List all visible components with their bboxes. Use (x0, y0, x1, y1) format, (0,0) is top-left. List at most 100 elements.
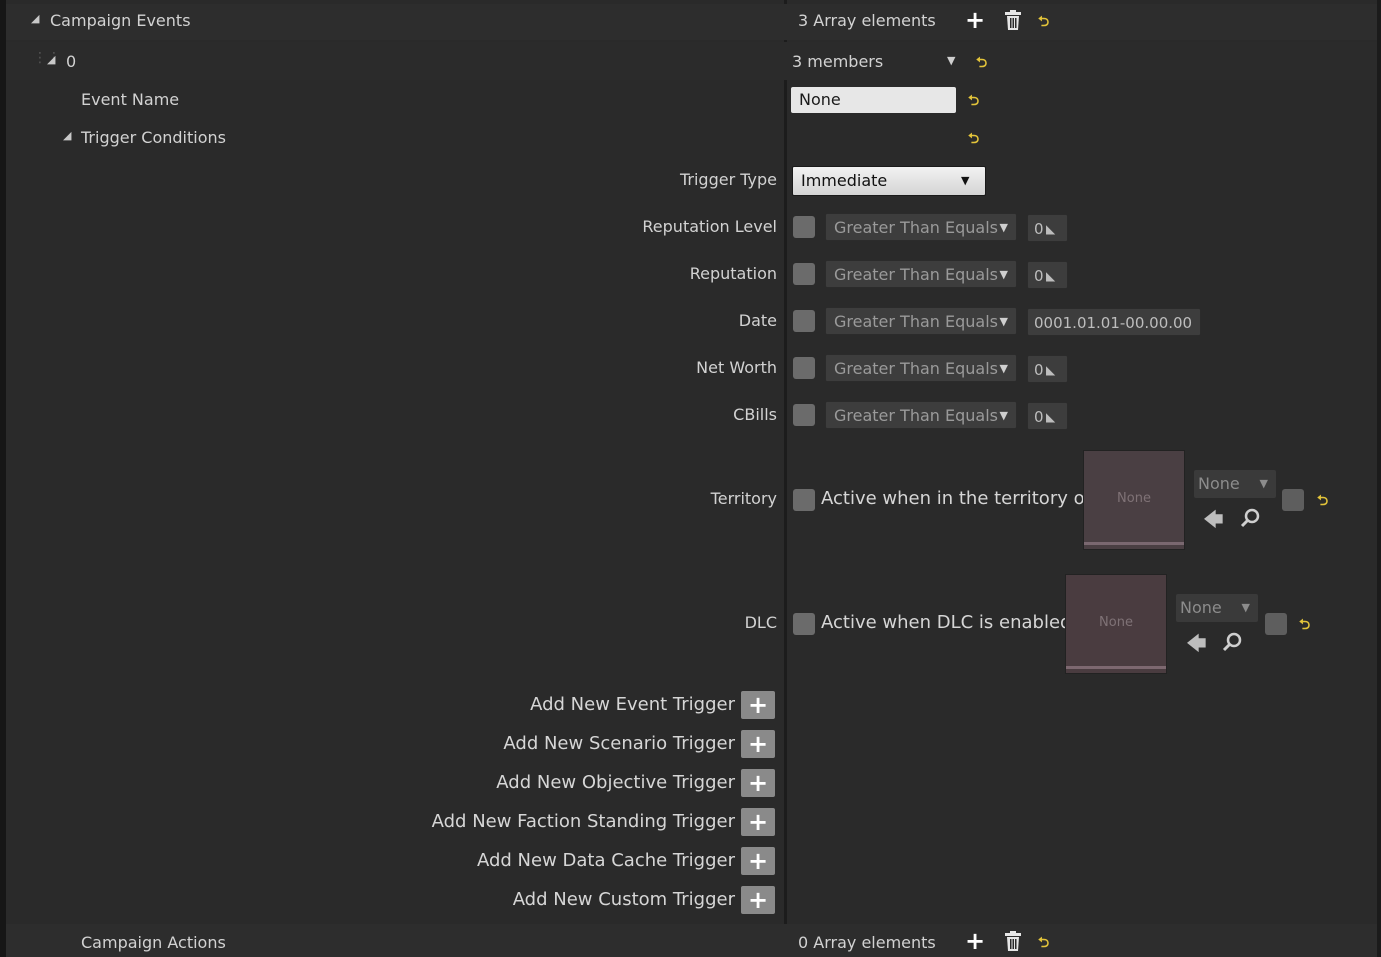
add-custom-trigger-button[interactable]: + (741, 886, 775, 914)
trigger-type-value: Immediate (801, 171, 888, 190)
campaign-events-count: 3 Array elements (798, 11, 936, 30)
reset-arrow-icon[interactable]: ⮌ (1038, 11, 1049, 35)
campaign-events-row (6, 4, 1377, 40)
add-event-trigger-button[interactable]: + (741, 691, 775, 719)
value-spinbox[interactable]: 0 ◣ (1027, 261, 1068, 289)
operator-dropdown[interactable]: Greater Than Equals ▼ (825, 213, 1017, 241)
operator-dropdown[interactable]: Greater Than Equals ▼ (825, 401, 1017, 429)
trigger-type-label: Trigger Type (679, 170, 777, 189)
add-scenario-trigger-button[interactable]: + (741, 730, 775, 758)
condition-label-reputation-level: Reputation Level (642, 217, 777, 236)
dlc-asset-dropdown[interactable]: None ▼ (1176, 594, 1258, 622)
dlc-checkbox[interactable] (793, 613, 815, 635)
event-name-input[interactable]: None (791, 87, 956, 113)
dlc-extra-checkbox[interactable] (1265, 613, 1287, 635)
thumbnail-text: None (1117, 491, 1151, 506)
condition-checkbox[interactable] (793, 216, 815, 238)
search-icon[interactable] (1222, 631, 1244, 657)
condition-checkbox[interactable] (793, 357, 815, 379)
add-custom-trigger-label: Add New Custom Trigger (512, 889, 735, 910)
thumbnail-bar (1084, 542, 1184, 545)
search-icon[interactable] (1240, 507, 1262, 533)
reset-arrow-icon[interactable]: ⮌ (1317, 490, 1328, 514)
event-name-label: Event Name (81, 90, 180, 109)
trash-icon[interactable] (1004, 931, 1022, 955)
reset-arrow-icon[interactable]: ⮌ (1299, 614, 1310, 638)
condition-checkbox[interactable] (793, 310, 815, 332)
dlc-label: DLC (744, 613, 777, 632)
use-selected-arrow-icon[interactable]: 🡄 (1186, 629, 1207, 663)
add-data-cache-trigger-label: Add New Data Cache Trigger (476, 850, 735, 871)
condition-label-cbills: CBills (733, 405, 777, 424)
campaign-actions-count: 0 Array elements (798, 933, 936, 952)
operator-dropdown[interactable]: Greater Than Equals ▼ (825, 307, 1017, 335)
element-index: 0 (66, 52, 77, 71)
add-event-trigger-label: Add New Event Trigger (530, 694, 735, 715)
territory-asset-thumbnail[interactable]: None (1083, 450, 1185, 550)
condition-label-reputation: Reputation (689, 264, 777, 283)
drag-value-icon: ◣ (1046, 222, 1056, 236)
reset-arrow-icon[interactable]: ⮌ (968, 90, 979, 114)
dlc-asset-thumbnail[interactable]: None (1065, 574, 1167, 674)
chevron-down-icon: ▼ (999, 315, 1008, 328)
reset-arrow-icon[interactable]: ⮌ (968, 128, 979, 152)
drag-value-icon: ◣ (1046, 410, 1056, 424)
use-selected-arrow-icon[interactable]: 🡄 (1203, 505, 1224, 539)
reset-arrow-icon[interactable]: ⮌ (976, 52, 987, 76)
chevron-down-icon: ▼ (999, 221, 1008, 234)
operator-value: Greater Than Equals (834, 312, 998, 331)
value-text: 0 (1034, 220, 1044, 238)
panel-left-edge (0, 0, 6, 957)
territory-checkbox-label: Active when in the territory of (821, 488, 1091, 509)
chevron-down-icon: ▼ (1241, 601, 1250, 614)
chevron-down-icon: ▼ (961, 174, 970, 187)
operator-value: Greater Than Equals (834, 359, 998, 378)
drag-value-icon: ◣ (1046, 269, 1056, 283)
reset-arrow-icon[interactable]: ⮌ (1038, 932, 1049, 956)
column-divider[interactable] (784, 0, 787, 957)
operator-dropdown[interactable]: Greater Than Equals ▼ (825, 354, 1017, 382)
add-objective-trigger-label: Add New Objective Trigger (496, 772, 735, 793)
collapse-arrow-icon[interactable]: ◢ (63, 129, 71, 142)
trigger-type-dropdown[interactable]: Immediate ▼ (792, 166, 986, 196)
add-objective-trigger-button[interactable]: + (741, 769, 775, 797)
value-spinbox[interactable]: 0 ◣ (1027, 214, 1068, 242)
asset-value: None (1180, 598, 1222, 617)
operator-value: Greater Than Equals (834, 265, 998, 284)
element-row (6, 42, 1377, 80)
date-input[interactable]: 0001.01.01-00.00.00 (1027, 308, 1201, 336)
collapse-arrow-icon[interactable]: ◢ (47, 53, 55, 66)
territory-asset-dropdown[interactable]: None ▼ (1194, 470, 1276, 498)
collapse-arrow-icon[interactable]: ◢ (31, 12, 39, 25)
details-panel: ◢ Campaign Events 3 Array elements + ⮌ ⋮… (0, 0, 1381, 957)
asset-value: None (1198, 474, 1240, 493)
territory-label: Territory (710, 489, 777, 508)
condition-checkbox[interactable] (793, 404, 815, 426)
plus-icon[interactable]: + (965, 6, 985, 34)
operator-value: Greater Than Equals (834, 218, 998, 237)
thumbnail-bar (1066, 666, 1166, 669)
chevron-down-icon: ▼ (999, 409, 1008, 422)
operator-dropdown[interactable]: Greater Than Equals ▼ (825, 260, 1017, 288)
value-spinbox[interactable]: 0 ◣ (1027, 402, 1068, 430)
add-data-cache-trigger-button[interactable]: + (741, 847, 775, 875)
chevron-down-icon: ▼ (999, 268, 1008, 281)
trigger-conditions-label: Trigger Conditions (81, 128, 226, 147)
dlc-checkbox-label: Active when DLC is enabled (821, 612, 1072, 633)
trash-icon[interactable] (1004, 10, 1022, 34)
territory-extra-checkbox[interactable] (1282, 489, 1304, 511)
campaign-actions-label: Campaign Actions (81, 933, 226, 952)
value-spinbox[interactable]: 0 ◣ (1027, 355, 1068, 383)
chevron-down-icon: ▼ (1259, 477, 1268, 490)
territory-checkbox[interactable] (793, 489, 815, 511)
chevron-down-icon: ▼ (999, 362, 1008, 375)
add-faction-standing-trigger-label: Add New Faction Standing Trigger (431, 811, 735, 832)
value-text: 0001.01.01-00.00.00 (1034, 314, 1193, 332)
drag-value-icon: ◣ (1046, 363, 1056, 377)
plus-icon[interactable]: + (965, 927, 985, 955)
add-faction-standing-trigger-button[interactable]: + (741, 808, 775, 836)
chevron-down-icon[interactable]: ▼ (947, 54, 955, 67)
value-text: 0 (1034, 361, 1044, 379)
condition-checkbox[interactable] (793, 263, 815, 285)
members-label[interactable]: 3 members (792, 52, 883, 71)
